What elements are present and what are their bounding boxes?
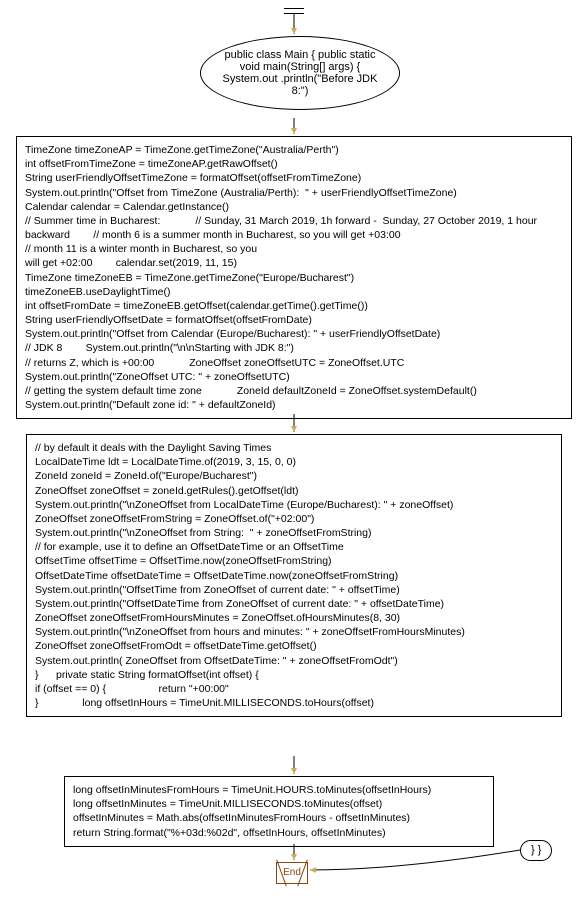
flowchart-pill-node: } }: [520, 840, 552, 861]
flowchart-box-1: TimeZone timeZoneAP = TimeZone.getTimeZo…: [16, 136, 572, 419]
flowchart-start-node: [284, 8, 304, 14]
box3-text: long offsetInMinutesFromHours = TimeUnit…: [73, 783, 485, 840]
box1-text: TimeZone timeZoneAP = TimeZone.getTimeZo…: [25, 143, 563, 412]
end-text: End: [283, 867, 301, 878]
flowchart-box-3: long offsetInMinutesFromHours = TimeUnit…: [64, 776, 494, 847]
flowchart-end-node: End: [276, 862, 308, 884]
pill-text: } }: [531, 844, 541, 856]
flowchart-ellipse-node: public class Main { public static void m…: [200, 36, 400, 110]
box2-text: // by default it deals with the Daylight…: [35, 441, 553, 710]
flowchart-box-2: // by default it deals with the Daylight…: [26, 434, 562, 717]
ellipse-text: public class Main { public static void m…: [223, 49, 378, 97]
